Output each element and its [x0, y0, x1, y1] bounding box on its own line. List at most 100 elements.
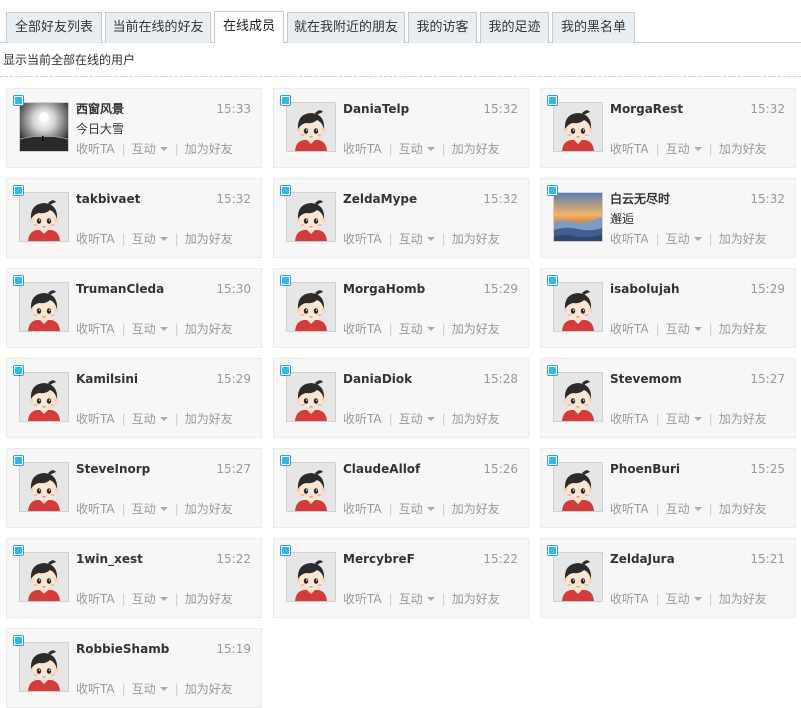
interact-dropdown[interactable]: 互动 [132, 502, 168, 516]
add-friend-link[interactable]: 加为好友 [452, 502, 500, 516]
follow-link[interactable]: 收听TA [610, 502, 649, 516]
add-friend-link[interactable]: 加为好友 [185, 142, 233, 156]
user-name[interactable]: ClaudeAllof [343, 461, 420, 477]
user-name[interactable]: takbivaet [76, 191, 140, 207]
avatar[interactable] [286, 102, 336, 152]
follow-link[interactable]: 收听TA [76, 232, 115, 246]
user-name[interactable]: ZeldaMype [343, 191, 417, 207]
interact-dropdown[interactable]: 互动 [666, 502, 702, 516]
avatar[interactable] [553, 552, 603, 602]
add-friend-link[interactable]: 加为好友 [185, 682, 233, 696]
interact-dropdown[interactable]: 互动 [132, 322, 168, 336]
tab-online-friends[interactable]: 当前在线的好友 [105, 12, 211, 43]
add-friend-link[interactable]: 加为好友 [719, 412, 767, 426]
user-name[interactable]: DaniaTelp [343, 101, 409, 117]
follow-link[interactable]: 收听TA [610, 232, 649, 246]
add-friend-link[interactable]: 加为好友 [719, 232, 767, 246]
add-friend-link[interactable]: 加为好友 [452, 232, 500, 246]
avatar[interactable] [553, 372, 603, 422]
follow-link[interactable]: 收听TA [343, 142, 382, 156]
interact-dropdown[interactable]: 互动 [666, 142, 702, 156]
interact-dropdown[interactable]: 互动 [132, 412, 168, 426]
avatar[interactable] [19, 462, 69, 512]
avatar[interactable] [286, 192, 336, 242]
interact-dropdown[interactable]: 互动 [399, 592, 435, 606]
user-name[interactable]: MercybreF [343, 551, 415, 567]
tab-my-footprints[interactable]: 我的足迹 [480, 12, 549, 43]
add-friend-link[interactable]: 加为好友 [452, 322, 500, 336]
user-name[interactable]: PhoenBuri [610, 461, 680, 477]
tab-online-members[interactable]: 在线成员 [214, 11, 284, 43]
tab-my-blacklist[interactable]: 我的黑名单 [552, 12, 635, 43]
add-friend-link[interactable]: 加为好友 [719, 502, 767, 516]
follow-link[interactable]: 收听TA [343, 502, 382, 516]
add-friend-link[interactable]: 加为好友 [719, 142, 767, 156]
add-friend-link[interactable]: 加为好友 [452, 142, 500, 156]
avatar[interactable] [19, 552, 69, 602]
follow-link[interactable]: 收听TA [343, 322, 382, 336]
avatar[interactable] [286, 552, 336, 602]
interact-dropdown[interactable]: 互动 [666, 322, 702, 336]
user-name[interactable]: TrumanCleda [76, 281, 164, 297]
add-friend-link[interactable]: 加为好友 [185, 592, 233, 606]
avatar[interactable] [553, 102, 603, 152]
user-name[interactable]: Kamilsini [76, 371, 138, 387]
interact-dropdown[interactable]: 互动 [132, 232, 168, 246]
follow-link[interactable]: 收听TA [610, 592, 649, 606]
interact-dropdown[interactable]: 互动 [666, 232, 702, 246]
follow-link[interactable]: 收听TA [76, 682, 115, 696]
follow-link[interactable]: 收听TA [343, 592, 382, 606]
user-name[interactable]: RobbieShamb [76, 641, 169, 657]
user-name[interactable]: 西窗风景 [76, 101, 124, 117]
avatar[interactable] [19, 102, 69, 152]
add-friend-link[interactable]: 加为好友 [452, 412, 500, 426]
avatar[interactable] [286, 282, 336, 332]
follow-link[interactable]: 收听TA [76, 142, 115, 156]
follow-link[interactable]: 收听TA [76, 412, 115, 426]
interact-dropdown[interactable]: 互动 [666, 592, 702, 606]
user-name[interactable]: Stevemom [610, 371, 682, 387]
interact-dropdown[interactable]: 互动 [132, 142, 168, 156]
follow-link[interactable]: 收听TA [76, 322, 115, 336]
add-friend-link[interactable]: 加为好友 [185, 232, 233, 246]
add-friend-link[interactable]: 加为好友 [185, 322, 233, 336]
interact-dropdown[interactable]: 互动 [399, 502, 435, 516]
tab-nearby-friends[interactable]: 就在我附近的朋友 [287, 12, 405, 43]
follow-link[interactable]: 收听TA [343, 232, 382, 246]
follow-link[interactable]: 收听TA [610, 412, 649, 426]
interact-dropdown[interactable]: 互动 [399, 322, 435, 336]
avatar[interactable] [286, 372, 336, 422]
add-friend-link[interactable]: 加为好友 [719, 592, 767, 606]
add-friend-link[interactable]: 加为好友 [452, 592, 500, 606]
user-name[interactable]: 白云无尽时 [610, 191, 670, 207]
follow-link[interactable]: 收听TA [76, 502, 115, 516]
user-name[interactable]: SteveInorp [76, 461, 150, 477]
avatar[interactable] [553, 192, 603, 242]
interact-dropdown[interactable]: 互动 [399, 232, 435, 246]
interact-dropdown[interactable]: 互动 [399, 142, 435, 156]
avatar[interactable] [19, 372, 69, 422]
interact-dropdown[interactable]: 互动 [666, 412, 702, 426]
avatar[interactable] [19, 192, 69, 242]
avatar[interactable] [553, 462, 603, 512]
add-friend-link[interactable]: 加为好友 [719, 322, 767, 336]
add-friend-link[interactable]: 加为好友 [185, 412, 233, 426]
user-name[interactable]: MorgaRest [610, 101, 683, 117]
user-name[interactable]: 1win_xest [76, 551, 143, 567]
add-friend-link[interactable]: 加为好友 [185, 502, 233, 516]
interact-dropdown[interactable]: 互动 [132, 682, 168, 696]
tab-my-visitors[interactable]: 我的访客 [408, 12, 477, 43]
follow-link[interactable]: 收听TA [610, 322, 649, 336]
avatar[interactable] [19, 642, 69, 692]
user-name[interactable]: ZeldaJura [610, 551, 675, 567]
follow-link[interactable]: 收听TA [610, 142, 649, 156]
interact-dropdown[interactable]: 互动 [399, 412, 435, 426]
follow-link[interactable]: 收听TA [76, 592, 115, 606]
avatar[interactable] [19, 282, 69, 332]
avatar[interactable] [553, 282, 603, 332]
follow-link[interactable]: 收听TA [343, 412, 382, 426]
user-name[interactable]: MorgaHomb [343, 281, 425, 297]
user-name[interactable]: isabolujah [610, 281, 680, 297]
avatar[interactable] [286, 462, 336, 512]
tab-all-friends[interactable]: 全部好友列表 [6, 12, 102, 43]
